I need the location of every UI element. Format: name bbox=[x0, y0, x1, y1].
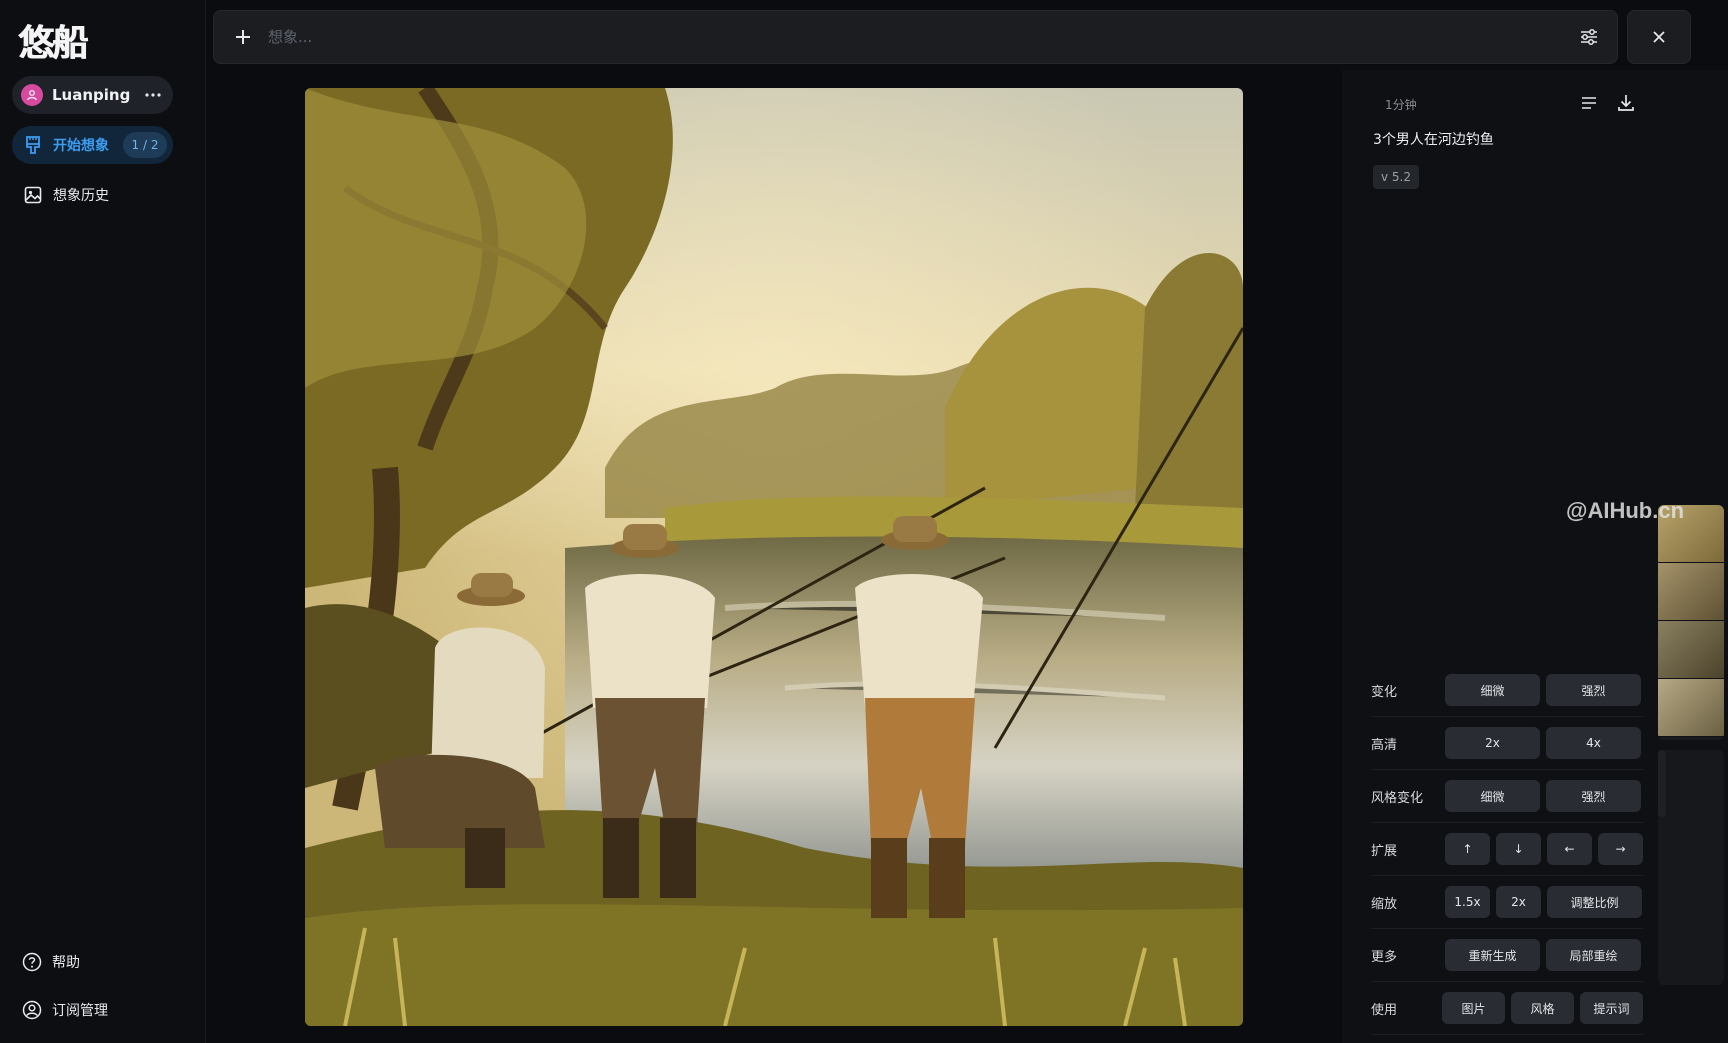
count-badge: 1 / 2 bbox=[123, 132, 167, 158]
thumbnail-placeholder bbox=[1658, 750, 1724, 985]
prompt-input[interactable] bbox=[266, 21, 1573, 53]
action-row: 更多 重新生成 局部重绘 bbox=[1371, 929, 1643, 982]
action-button[interactable]: 风格 bbox=[1511, 992, 1574, 1024]
close-button[interactable] bbox=[1627, 10, 1691, 64]
action-row: 风格变化 细微 强烈 bbox=[1371, 770, 1643, 823]
watermark: @AIHub.cn bbox=[1566, 498, 1685, 523]
subscription-link[interactable]: 订阅管理 bbox=[22, 1000, 108, 1020]
sidebar-item-history[interactable]: 想象历史 bbox=[12, 176, 173, 214]
action-button[interactable]: → bbox=[1598, 833, 1643, 865]
list-button[interactable] bbox=[1578, 92, 1600, 114]
action-button[interactable]: 1.5x bbox=[1445, 886, 1490, 918]
sidebar-item-label: 开始想象 bbox=[53, 138, 109, 154]
list-icon bbox=[1582, 97, 1596, 109]
sidebar-item-label: 想象历史 bbox=[53, 188, 109, 204]
prompt-text: 3个男人在河边钓鱼 bbox=[1373, 132, 1494, 148]
fishing-painting bbox=[305, 88, 1243, 1026]
generated-image[interactable] bbox=[305, 88, 1243, 1026]
action-row: 缩放 1.5x 2x 调整比例 bbox=[1371, 876, 1643, 929]
action-button[interactable]: 2x bbox=[1496, 886, 1541, 918]
action-button[interactable]: 4x bbox=[1546, 727, 1641, 759]
plus-icon bbox=[236, 30, 250, 44]
avatar bbox=[21, 84, 43, 106]
close-icon bbox=[1653, 31, 1665, 43]
help-icon bbox=[22, 952, 42, 972]
action-button[interactable]: ← bbox=[1547, 833, 1592, 865]
action-button[interactable]: 2x bbox=[1445, 727, 1540, 759]
thumbnail[interactable] bbox=[1658, 563, 1724, 621]
action-button[interactable]: 提示词 bbox=[1580, 992, 1643, 1024]
action-button[interactable]: 细微 bbox=[1445, 780, 1540, 812]
settings-button[interactable] bbox=[1573, 21, 1605, 53]
help-label: 帮助 bbox=[52, 955, 80, 971]
action-button[interactable]: ↓ bbox=[1496, 833, 1541, 865]
action-button[interactable]: 图片 bbox=[1442, 992, 1505, 1024]
action-button[interactable]: 重新生成 bbox=[1445, 939, 1540, 971]
action-button[interactable]: 局部重绘 bbox=[1546, 939, 1641, 971]
version-badge: v 5.2 bbox=[1373, 165, 1419, 189]
add-button[interactable] bbox=[228, 22, 258, 52]
time-label: 1分钟 bbox=[1385, 98, 1417, 112]
action-label: 更多 bbox=[1371, 949, 1398, 965]
action-label: 缩放 bbox=[1371, 896, 1398, 912]
subscription-label: 订阅管理 bbox=[52, 1003, 108, 1019]
thumbnail-strip bbox=[1658, 505, 1724, 740]
prompt-bar bbox=[213, 10, 1618, 64]
user-menu[interactable]: Luanping bbox=[12, 76, 173, 114]
scrollbar[interactable] bbox=[1658, 750, 1666, 817]
app-logo[interactable]: 悠船 bbox=[18, 14, 88, 66]
sidebar: 悠船 Luanping 开始想象 1 / 2 想象历史 帮助 订阅管理 bbox=[0, 0, 206, 1043]
action-row: 变化 细微 强烈 bbox=[1371, 664, 1643, 717]
help-link[interactable]: 帮助 bbox=[22, 952, 80, 972]
action-label: 使用 bbox=[1371, 1002, 1398, 1018]
action-button[interactable]: 强烈 bbox=[1546, 674, 1641, 706]
download-button[interactable] bbox=[1615, 92, 1637, 114]
sidebar-item-start-imagine[interactable]: 开始想象 1 / 2 bbox=[12, 126, 173, 164]
action-row: 高清 2x 4x bbox=[1371, 717, 1643, 770]
thumbnail[interactable] bbox=[1658, 679, 1724, 737]
action-button[interactable]: 调整比例 bbox=[1547, 886, 1642, 918]
action-button[interactable]: ↑ bbox=[1445, 833, 1490, 865]
action-row: 使用 图片 风格 提示词 bbox=[1371, 982, 1643, 1035]
download-icon bbox=[1618, 95, 1634, 111]
thumbnail[interactable] bbox=[1658, 621, 1724, 679]
brush-icon bbox=[26, 136, 40, 154]
action-label: 扩展 bbox=[1371, 843, 1398, 859]
user-name: Luanping bbox=[52, 86, 131, 104]
action-row: 扩展 ↑ ↓ ← → bbox=[1371, 823, 1643, 876]
image-icon bbox=[24, 186, 42, 204]
user-icon bbox=[27, 90, 37, 101]
action-button[interactable]: 强烈 bbox=[1546, 780, 1641, 812]
sliders-icon bbox=[1581, 29, 1597, 45]
more-options-icon[interactable] bbox=[139, 81, 167, 109]
action-label: 变化 bbox=[1371, 684, 1398, 700]
action-label: 高清 bbox=[1371, 737, 1398, 753]
action-label: 风格变化 bbox=[1371, 790, 1424, 806]
account-icon bbox=[22, 1000, 42, 1020]
action-button[interactable]: 细微 bbox=[1445, 674, 1540, 706]
